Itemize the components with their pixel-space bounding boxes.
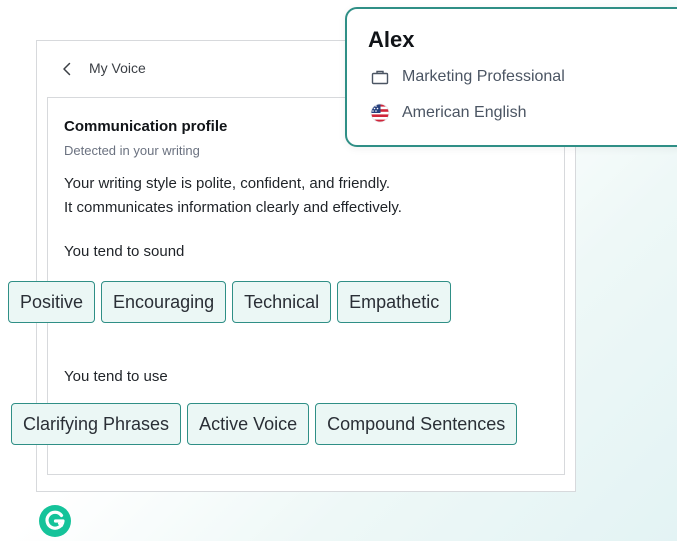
section-title: Communication profile: [64, 118, 228, 135]
user-profile-card: Alex Marketing Professional American Eng…: [345, 7, 677, 147]
tone-chip-empathetic[interactable]: Empathetic: [337, 281, 452, 323]
tone-chip-positive[interactable]: Positive: [8, 281, 96, 323]
briefcase-icon: [370, 67, 390, 87]
tone-chip-list: Positive Encouraging Technical Empatheti…: [8, 281, 452, 323]
description-line: Your writing style is polite, confident,…: [64, 175, 391, 192]
chevron-left-icon[interactable]: [59, 61, 75, 77]
description-line: It communicates information clearly and …: [64, 199, 402, 216]
user-language-row: American English: [370, 103, 527, 123]
tend-to-sound-label: You tend to sound: [64, 243, 185, 260]
tone-chip-technical[interactable]: Technical: [232, 281, 332, 323]
usage-chip-list: Clarifying Phrases Active Voice Compound…: [11, 403, 518, 445]
usage-chip-clarifying-phrases[interactable]: Clarifying Phrases: [11, 403, 182, 445]
style-description: Your writing style is polite, confident,…: [64, 172, 544, 220]
user-name: Alex: [368, 27, 415, 52]
user-role-row: Marketing Professional: [370, 67, 565, 87]
tone-chip-encouraging[interactable]: Encouraging: [101, 281, 227, 323]
us-flag-icon: [370, 103, 390, 123]
usage-chip-compound-sentences[interactable]: Compound Sentences: [315, 403, 518, 445]
page-title: My Voice: [89, 60, 146, 76]
user-language: American English: [402, 104, 527, 121]
section-subtitle: Detected in your writing: [64, 143, 200, 158]
user-role: Marketing Professional: [402, 68, 565, 85]
usage-chip-active-voice[interactable]: Active Voice: [187, 403, 310, 445]
tend-to-use-label: You tend to use: [64, 368, 168, 385]
grammarly-logo-icon: [38, 504, 72, 538]
